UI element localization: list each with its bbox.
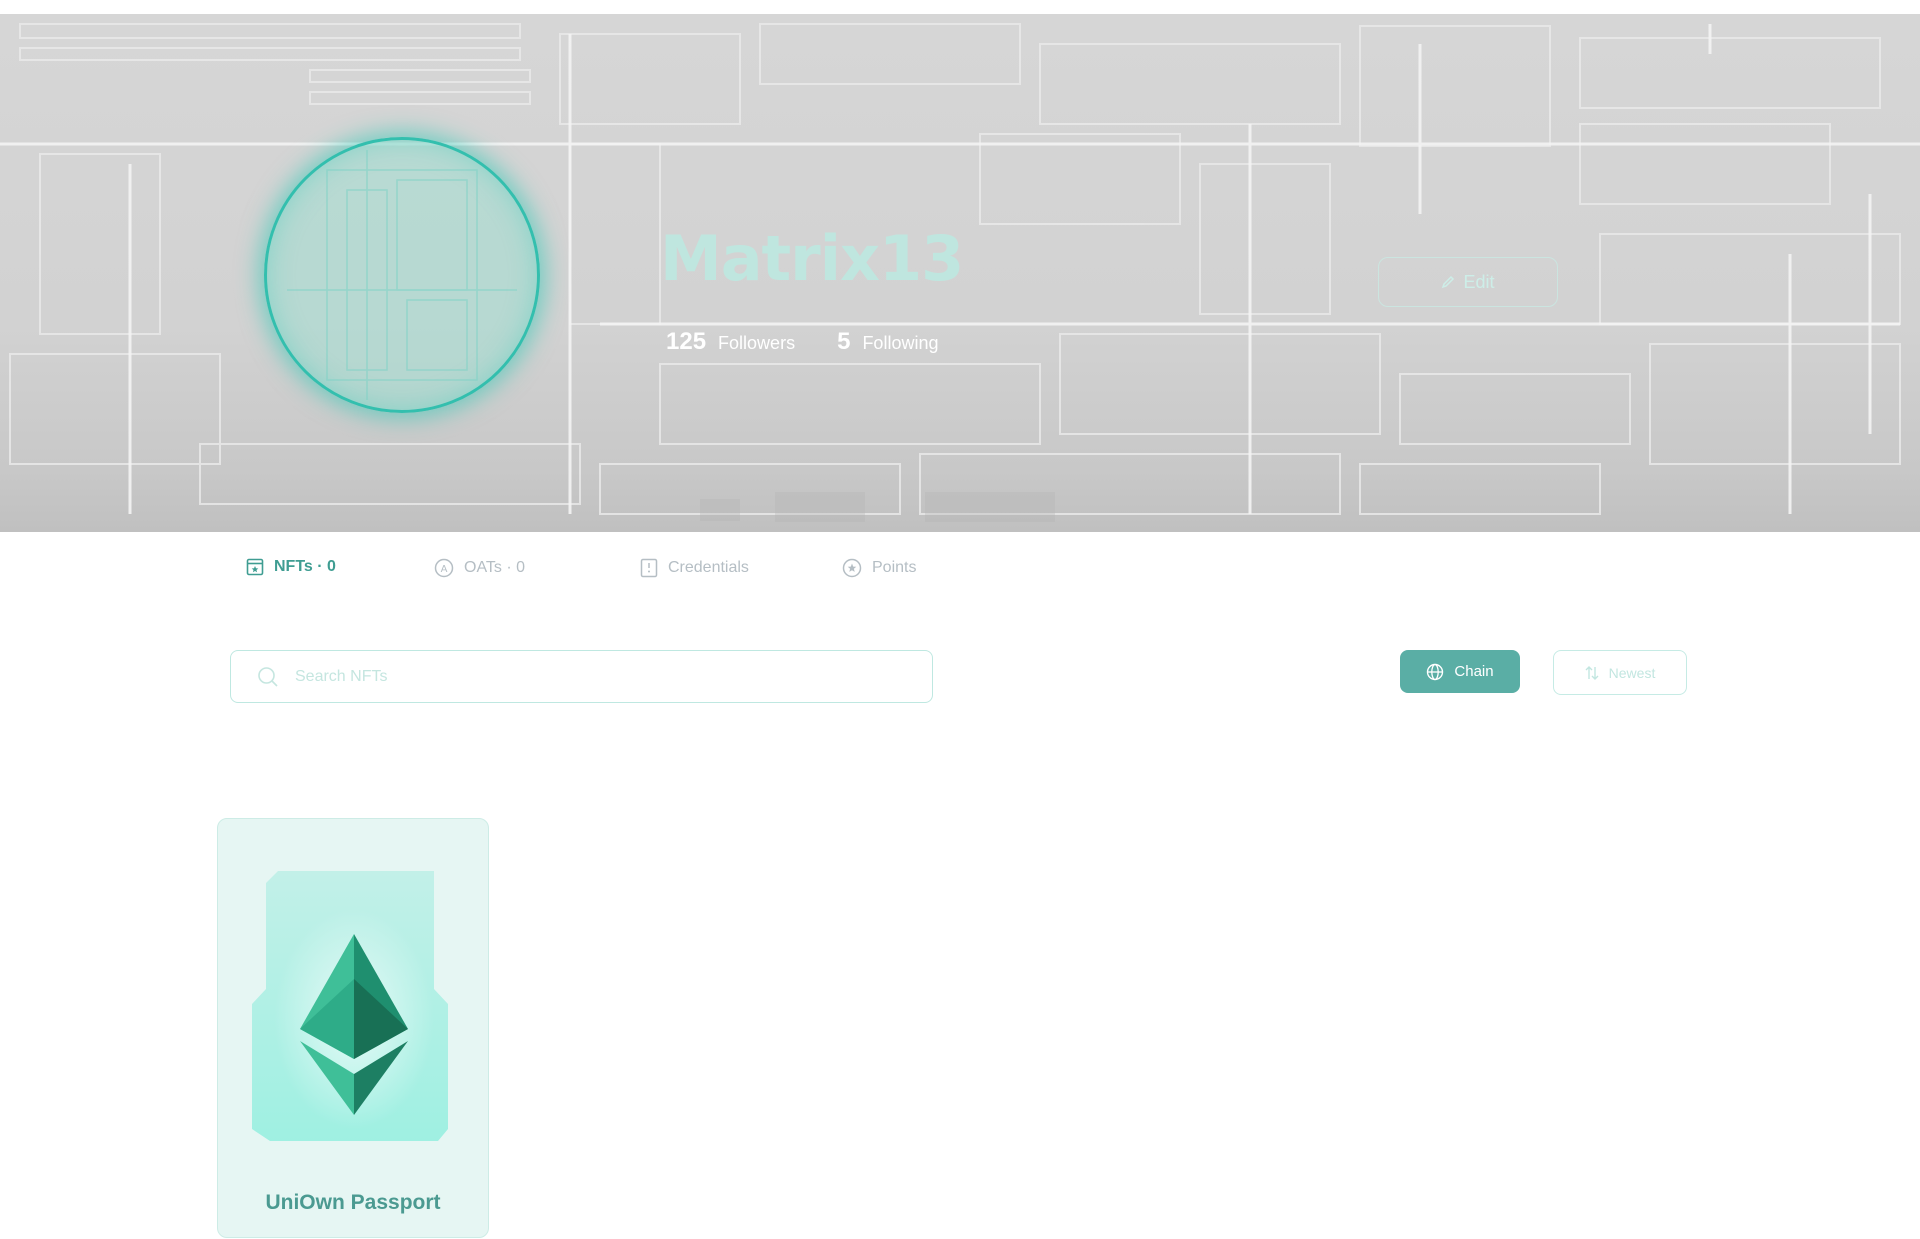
followers-label[interactable]: Followers <box>718 333 795 354</box>
points-icon <box>842 558 862 578</box>
nft-card[interactable]: UniOwn Passport <box>217 818 489 1238</box>
pencil-icon <box>1442 275 1455 289</box>
following-label[interactable]: Following <box>862 333 938 354</box>
avatar-image <box>287 150 517 400</box>
oat-icon: A <box>434 558 454 578</box>
profile-stats: 125 Followers 5 Following <box>666 328 938 356</box>
following-count[interactable]: 5 <box>837 328 850 356</box>
nft-search-bar[interactable] <box>230 650 933 703</box>
profile-username: Matrix13 <box>660 222 964 295</box>
nft-icon <box>246 558 264 576</box>
chain-filter-button[interactable]: Chain <box>1400 650 1520 693</box>
nft-title: UniOwn Passport <box>265 1191 441 1214</box>
tab-credentials[interactable]: Credentials <box>640 558 749 578</box>
ethereum-icon <box>252 871 448 1141</box>
tab-points[interactable]: Points <box>842 558 916 578</box>
search-icon <box>258 666 278 687</box>
followers-count[interactable]: 125 <box>666 328 706 356</box>
sort-label: Newest <box>1608 664 1656 681</box>
tab-label: Credentials <box>668 559 749 576</box>
tab-label: Points <box>872 559 917 576</box>
tab-label: OATs · 0 <box>464 559 526 576</box>
search-input[interactable] <box>293 666 897 687</box>
profile-avatar[interactable] <box>264 137 540 413</box>
sort-icon <box>1585 665 1599 680</box>
chain-label: Chain <box>1454 663 1494 680</box>
edit-profile-button[interactable]: Edit <box>1378 257 1558 307</box>
svg-text:A: A <box>441 564 448 575</box>
tab-oats[interactable]: A OATs · 0 <box>434 558 525 578</box>
tab-nfts[interactable]: NFTs · 0 <box>246 558 336 576</box>
edit-label: Edit <box>1463 271 1495 292</box>
sort-button[interactable]: Newest <box>1553 650 1687 695</box>
tab-label: NFTs · 0 <box>274 558 336 575</box>
credentials-icon <box>640 558 658 578</box>
globe-icon <box>1427 663 1444 680</box>
profile-banner: Matrix13 125 Followers 5 Following Edit <box>0 14 1920 532</box>
